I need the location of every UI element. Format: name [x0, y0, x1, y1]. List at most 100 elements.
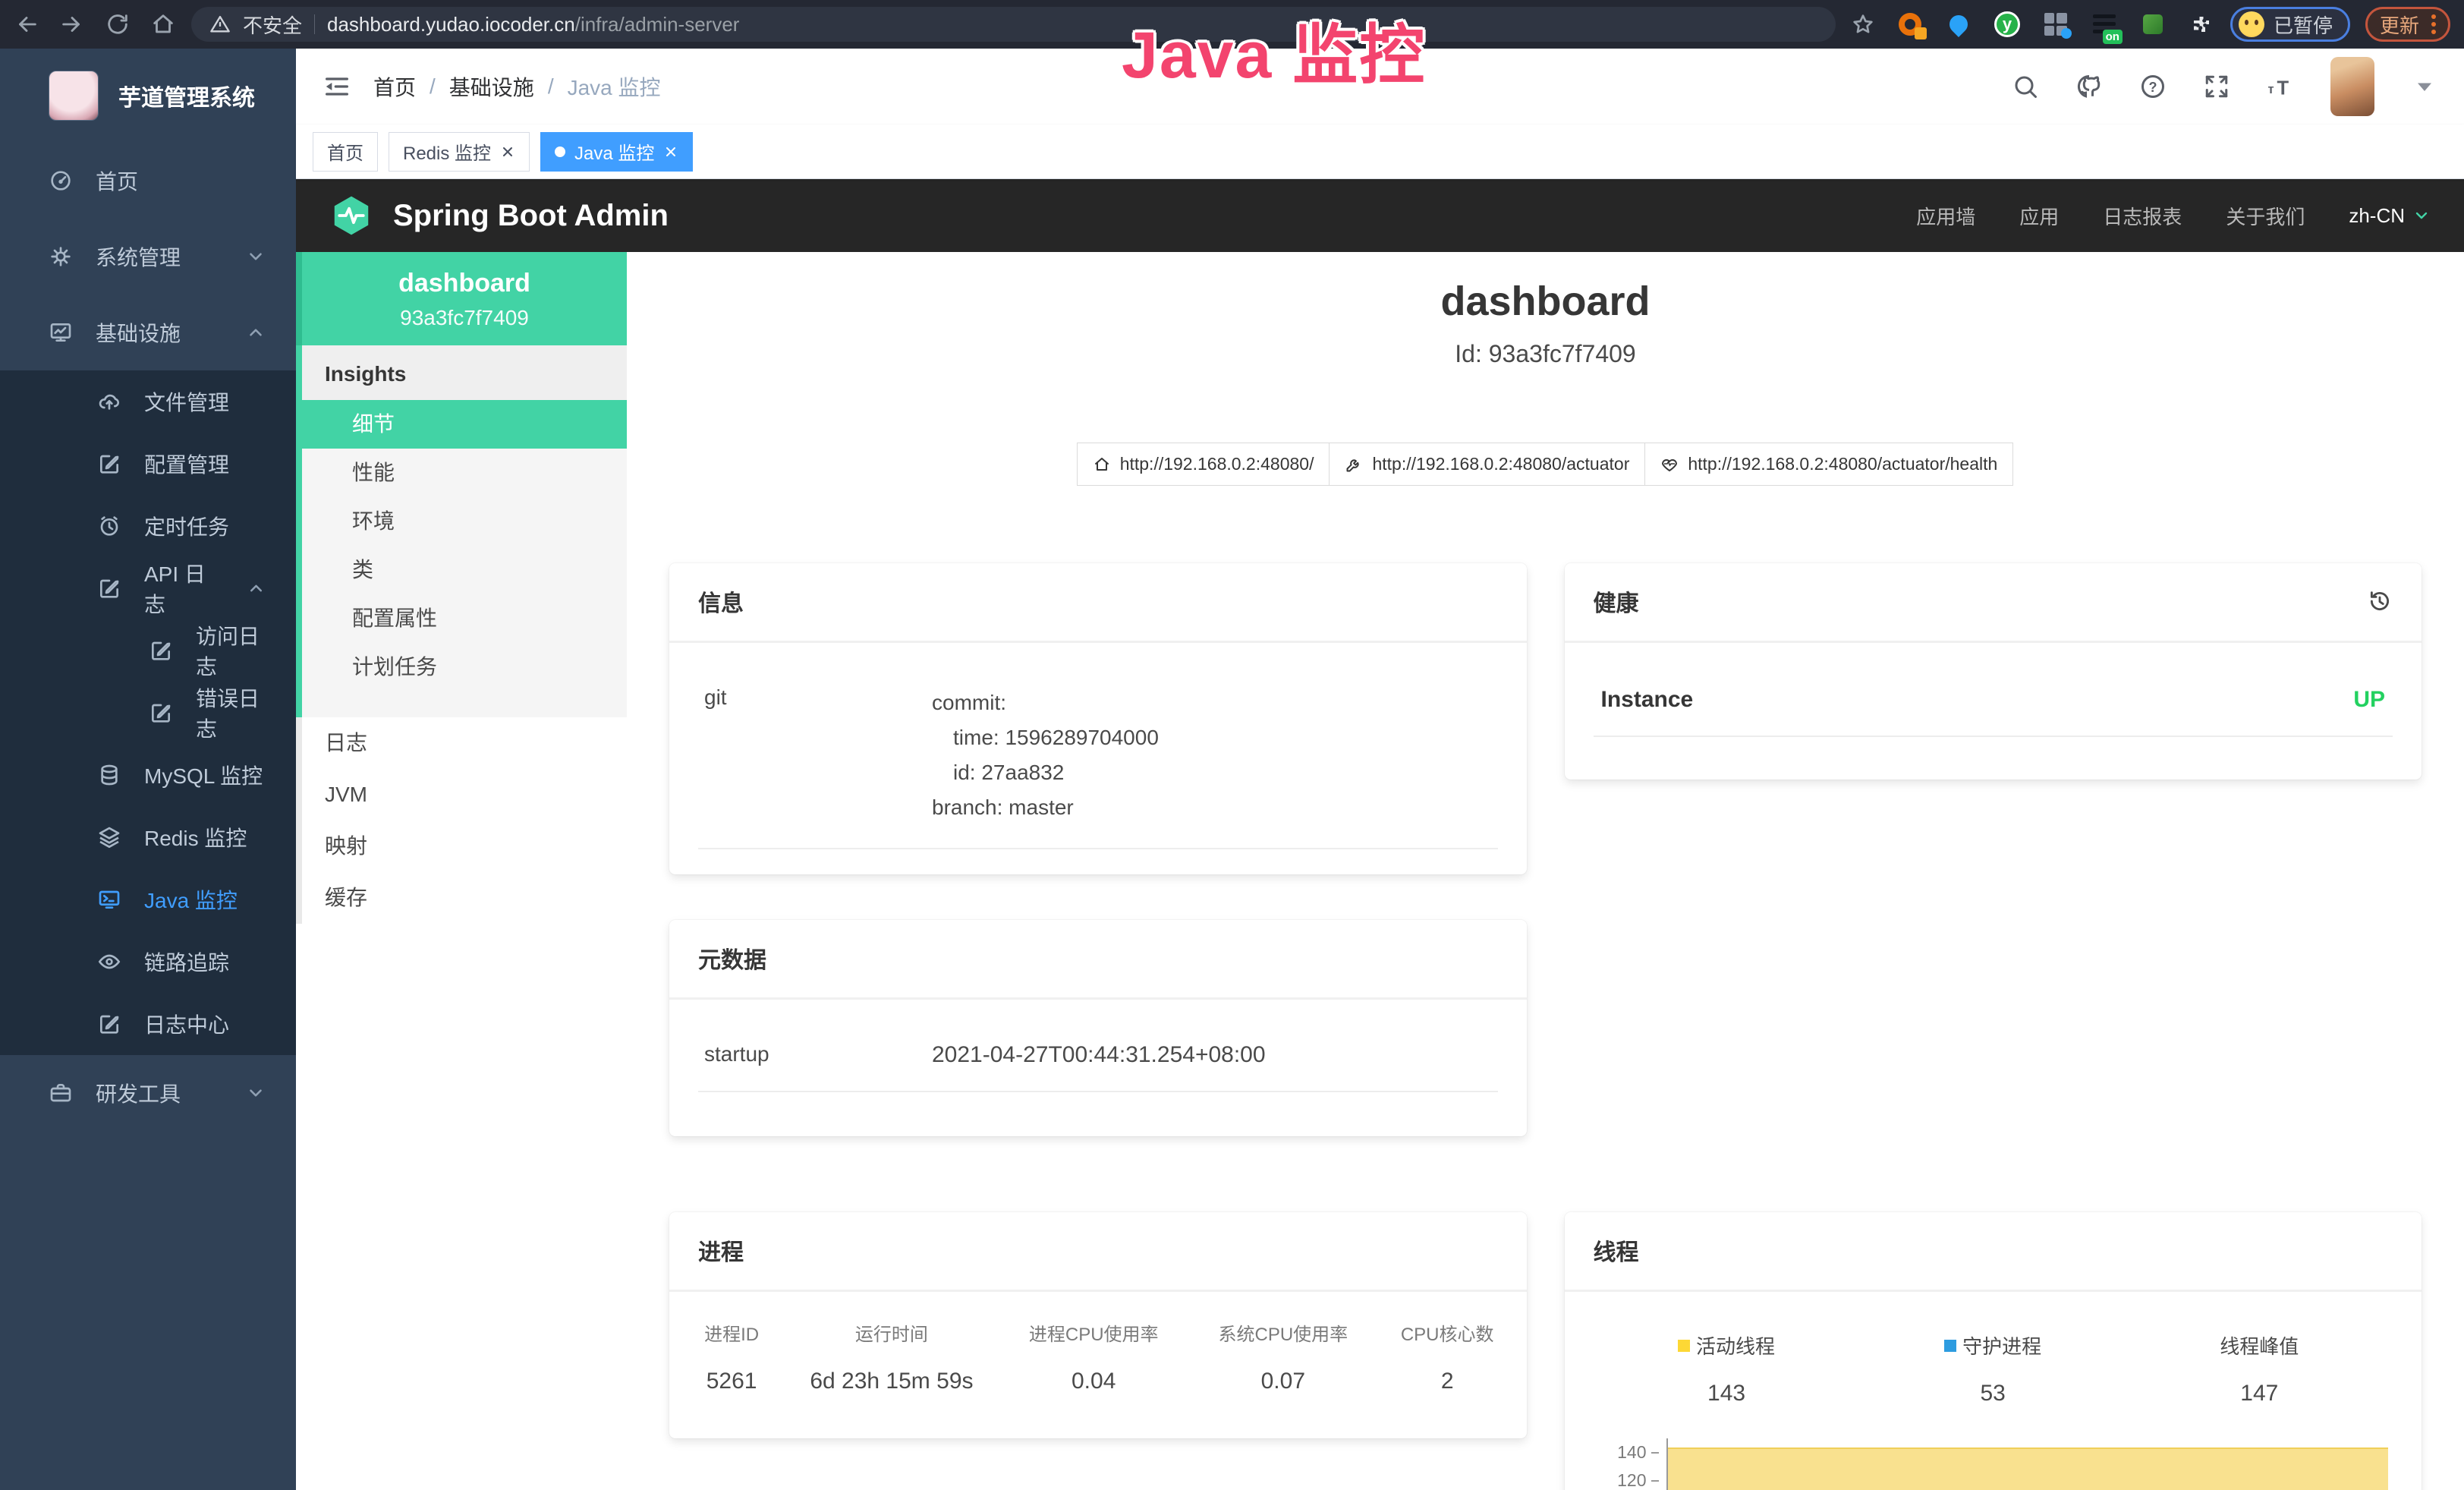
chevron-down-icon	[246, 247, 266, 266]
address-bar[interactable]: 不安全 dashboard.yudao.iocoder.cn/infra/adm…	[191, 7, 1836, 42]
legend-daemon-swatch	[1944, 1340, 1956, 1352]
actuator-url-button[interactable]: http://192.168.0.2:48080/actuator	[1329, 443, 1645, 486]
sidebar-item-trace[interactable]: 链路追踪	[0, 931, 296, 993]
timer-icon	[97, 514, 121, 538]
github-icon[interactable]	[2075, 73, 2103, 100]
legend-daemon-label: 守护进程	[1962, 1331, 2041, 1359]
close-icon[interactable]	[663, 144, 678, 159]
url-text[interactable]: dashboard.yudao.iocoder.cn/infra/admin-s…	[327, 13, 739, 36]
metadata-value: 2021-04-27T00:44:31.254+08:00	[932, 1042, 1266, 1068]
breadcrumb-current: Java 监控	[568, 71, 661, 102]
sidebar-item-api-logs[interactable]: API 日志	[0, 557, 296, 619]
bookmark-star-icon[interactable]	[1851, 12, 1875, 36]
health-history-icon[interactable]	[2367, 588, 2393, 614]
process-header-pid: 进程ID	[677, 1319, 786, 1346]
legend-daemon-value: 53	[1860, 1381, 2126, 1407]
threads-chart-plot	[1666, 1438, 2389, 1490]
omnibox-divider	[314, 14, 315, 34]
sba-menu-caches[interactable]: 缓存	[302, 872, 627, 924]
sba-language-select[interactable]: zh-CN	[2349, 204, 2431, 228]
sidebar-item-redis-monitor[interactable]: Redis 监控	[0, 806, 296, 868]
sba-instance-header[interactable]: dashboard 93a3fc7f7409	[296, 252, 627, 345]
sba-menu-config-props[interactable]: 配置属性	[302, 594, 627, 643]
sidebar-item-access-logs[interactable]: 访问日志	[0, 619, 296, 682]
profile-paused-chip[interactable]: 已暂停	[2230, 7, 2350, 42]
sidebar-collapse-icon[interactable]	[322, 71, 352, 102]
terminal-monitor-icon	[97, 887, 121, 912]
sba-nav-about[interactable]: 关于我们	[2226, 202, 2305, 230]
service-url-button[interactable]: http://192.168.0.2:48080/	[1077, 443, 1330, 486]
sba-menu-environment[interactable]: 环境	[302, 497, 627, 546]
tab-java-monitor[interactable]: Java 监控	[540, 132, 693, 172]
health-url-button[interactable]: http://192.168.0.2:48080/actuator/health	[1644, 443, 2013, 486]
extension-green-icon[interactable]	[2139, 11, 2167, 38]
browser-back-icon[interactable]	[14, 11, 39, 37]
metadata-card-title: 元数据	[698, 941, 766, 975]
sba-menu-metrics[interactable]: 性能	[302, 449, 627, 497]
log-edit-icon	[149, 638, 173, 663]
extension-pin-icon[interactable]	[1945, 11, 1972, 38]
extension-switch-on-icon[interactable]: on	[2091, 11, 2118, 38]
instance-title: dashboard	[627, 278, 2464, 325]
sidebar-item-scheduled-jobs[interactable]: 定时任务	[0, 495, 296, 557]
health-card-title: 健康	[1594, 584, 1639, 618]
chevron-up-icon	[247, 578, 266, 598]
font-size-icon[interactable]	[2267, 73, 2294, 100]
sba-menu-mappings[interactable]: 映射	[302, 821, 627, 872]
app-logo-row[interactable]: 芋道管理系统	[0, 49, 296, 143]
sba-menu-logs[interactable]: 日志	[302, 717, 627, 769]
sba-menu-scheduled-tasks[interactable]: 计划任务	[302, 643, 627, 691]
sidebar-item-error-logs[interactable]: 错误日志	[0, 682, 296, 744]
sba-nav-wallboard[interactable]: 应用墙	[1916, 202, 1975, 230]
sidebar-item-home[interactable]: 首页	[0, 143, 296, 219]
sidebar-item-system-management[interactable]: 系统管理	[0, 219, 296, 295]
info-value: commit: time: 1596289704000 id: 27aa832 …	[932, 685, 1159, 825]
browser-home-icon[interactable]	[150, 11, 176, 37]
sba-menu-classes[interactable]: 类	[302, 546, 627, 594]
cloud-upload-icon	[97, 389, 121, 414]
threads-legend: 活动线程 143 守护进程	[1594, 1331, 2393, 1407]
sidebar-item-infrastructure[interactable]: 基础设施	[0, 295, 296, 370]
sba-menu-details[interactable]: 细节	[302, 400, 627, 449]
tab-home[interactable]: 首页	[313, 132, 378, 172]
sba-nav-applications[interactable]: 应用	[2019, 202, 2059, 230]
extensions-puzzle-icon[interactable]	[2188, 11, 2215, 38]
process-value-process-cpu: 0.04	[997, 1369, 1191, 1394]
process-card-title: 进程	[698, 1233, 744, 1267]
sidebar-item-java-monitor[interactable]: Java 监控	[0, 868, 296, 931]
sba-instance-name: dashboard	[310, 269, 619, 298]
sba-brand[interactable]: Spring Boot Admin	[393, 199, 669, 233]
browser-update-button[interactable]: 更新	[2365, 7, 2450, 42]
sidebar-item-mysql-monitor[interactable]: MySQL 监控	[0, 744, 296, 806]
sidebar-item-dev-tools[interactable]: 研发工具	[0, 1055, 296, 1131]
extension-colorzilla-icon[interactable]	[1896, 11, 1924, 38]
user-caret-down-icon[interactable]	[2411, 73, 2438, 100]
fullscreen-icon[interactable]	[2203, 73, 2230, 100]
threads-card: 线程 活动线程 143	[1565, 1212, 2422, 1490]
browser-forward-icon[interactable]	[59, 11, 85, 37]
help-icon[interactable]	[2139, 73, 2167, 100]
sba-nav-journal[interactable]: 日志报表	[2103, 202, 2182, 230]
breadcrumb-infrastructure[interactable]: 基础设施	[449, 71, 534, 102]
instance-id-line: Id: 93a3fc7f7409	[627, 340, 2464, 368]
browser-menu-icon[interactable]	[2431, 14, 2436, 34]
search-icon[interactable]	[2012, 73, 2039, 100]
legend-live-value: 143	[1594, 1381, 1860, 1407]
close-icon[interactable]	[500, 144, 515, 159]
sba-menu-jvm[interactable]: JVM	[302, 769, 627, 821]
extension-y-icon[interactable]: y	[1994, 11, 2021, 38]
extension-grid-icon[interactable]	[2042, 11, 2069, 38]
breadcrumb-home[interactable]: 首页	[373, 71, 416, 102]
browser-reload-icon[interactable]	[105, 11, 131, 37]
not-secure-warning-icon[interactable]	[209, 14, 231, 35]
threads-area-chart: 140 120 100	[1594, 1438, 2393, 1490]
process-card: 进程 进程ID 运行时间 进程CPU使用率 系统CPU使用率 CPU核心数	[669, 1212, 1527, 1438]
sidebar-item-log-center[interactable]: 日志中心	[0, 993, 296, 1055]
user-avatar[interactable]	[2330, 57, 2374, 116]
sidebar-item-config-management[interactable]: 配置管理	[0, 433, 296, 495]
tab-redis-monitor[interactable]: Redis 监控	[389, 132, 530, 172]
sidebar-item-file-management[interactable]: 文件管理	[0, 370, 296, 433]
process-header-cpu-cores: CPU核心数	[1376, 1319, 1519, 1346]
not-secure-label[interactable]: 不安全	[243, 11, 302, 39]
home-icon	[1093, 455, 1111, 474]
